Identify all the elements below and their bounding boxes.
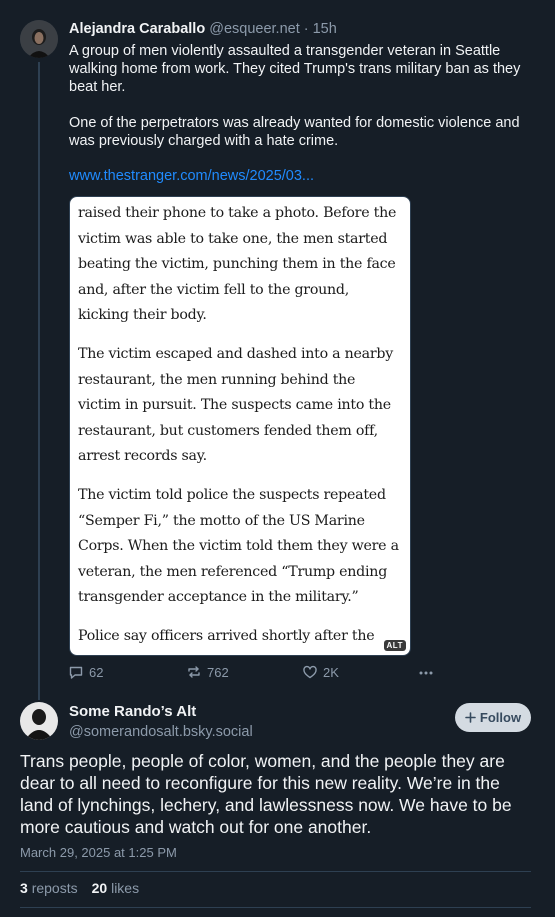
more-button[interactable] [418, 664, 434, 680]
post-text: Trans people, people of color, women, an… [20, 751, 512, 837]
post-meta: Alejandra Caraballo @esqueer.net · 15h [69, 19, 539, 39]
author-handle[interactable]: @esqueer.net [209, 21, 300, 37]
author-avatar[interactable] [20, 20, 58, 58]
reply-count: 62 [89, 664, 104, 680]
author-avatar[interactable] [20, 702, 58, 740]
follow-label: Follow [479, 710, 522, 725]
repost-button[interactable]: 762 [186, 664, 229, 680]
alt-badge[interactable]: ALT [383, 640, 406, 651]
reposts-stat[interactable]: 3 reposts [20, 880, 78, 896]
author-name[interactable]: Some Rando’s Alt [69, 702, 253, 722]
post-actions: 62 762 2K [68, 664, 448, 684]
like-count: 2K [323, 664, 339, 680]
author-handle[interactable]: @somerandosalt.bsky.social [69, 722, 253, 742]
follow-button[interactable]: Follow [455, 703, 531, 732]
post-time[interactable]: · 15h [304, 21, 337, 37]
post-stats: 3 reposts 20 likes [20, 880, 139, 896]
divider [20, 907, 531, 908]
embed-paragraph: Police say officers arrived shortly afte… [78, 627, 375, 644]
repost-count: 762 [207, 664, 229, 680]
plus-icon [465, 712, 476, 723]
article-screenshot-text: raised their phone to take a photo. Befo… [70, 197, 410, 650]
post-timestamp[interactable]: March 29, 2025 at 1:25 PM [20, 845, 177, 860]
embed-paragraph: The victim escaped and dashed into a nea… [78, 345, 394, 465]
divider [20, 871, 531, 872]
author-info[interactable]: Some Rando’s Alt @somerandosalt.bsky.soc… [69, 702, 253, 742]
post-paragraph: One of the perpetrators was already want… [69, 115, 520, 149]
embed-paragraph: raised their phone to take a photo. Befo… [78, 205, 397, 324]
likes-label: likes [111, 880, 140, 896]
likes-count: 20 [91, 880, 108, 896]
repost-icon [188, 666, 200, 678]
post-paragraph: A group of men violently assaulted a tra… [69, 43, 521, 95]
reposts-count: 3 [20, 880, 28, 896]
reply-icon [69, 666, 83, 679]
reposts-label: reposts [31, 880, 78, 896]
embedded-image[interactable]: raised their phone to take a photo. Befo… [69, 196, 411, 656]
post[interactable]: Alejandra Caraballo @esqueer.net · 15h A… [69, 19, 539, 184]
more-icon [419, 671, 433, 675]
article-link[interactable]: www.thestranger.com/news/2025/03... [69, 168, 539, 184]
post-text: A group of men violently assaulted a tra… [69, 42, 539, 150]
heart-icon [303, 665, 317, 679]
like-button[interactable]: 2K [302, 664, 339, 680]
reply-button[interactable]: 62 [68, 664, 103, 680]
thread-line [38, 62, 40, 700]
embed-paragraph: The victim told police the suspects repe… [78, 486, 399, 606]
likes-stat[interactable]: 20 likes [92, 880, 139, 896]
author-name[interactable]: Alejandra Caraballo [69, 21, 205, 37]
